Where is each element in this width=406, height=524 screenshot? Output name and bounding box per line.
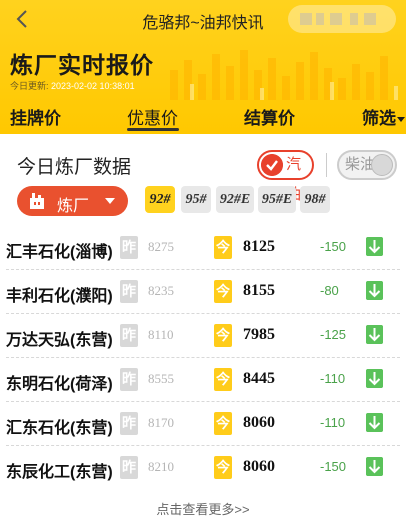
grade-95e[interactable]: 95#E [258,186,296,213]
down-arrow-icon [366,457,383,476]
refinery-dropdown[interactable]: 炼厂 [17,186,128,216]
today-badge: 今 [214,368,232,391]
refinery-name: 丰利石化(濮阳) [6,288,113,305]
check-icon [261,154,283,176]
grade-92[interactable]: 92# [145,186,175,213]
price-type-tabs: 挂牌价 优惠价 结算价 筛选 [0,100,406,134]
refinery-label: 炼厂 [57,198,90,215]
grade-98[interactable]: 98# [300,186,330,213]
gasoline-toggle[interactable]: 汽油 [257,150,314,203]
table-row[interactable]: 万达天弘(东营) 昨 8110 今 7985 -125 [0,314,406,358]
chevron-down-icon [105,198,115,204]
mini-program-capsule[interactable] [288,5,396,33]
down-arrow-icon [366,237,383,256]
update-time-value: 2023-02-02 10:38:01 [51,81,135,91]
header-banner: 危骆邦~油邦快讯 炼厂实时报价 今日更新: 2023-02-02 10:38:0… [0,0,406,134]
refinery-name: 东辰化工(东营) [6,464,113,481]
refinery-name: 万达天弘(东营) [6,332,113,349]
yesterday-badge: 昨 [120,236,138,259]
update-time-label: 今日更新: [10,81,52,91]
diesel-toggle[interactable]: 柴油 [337,150,397,180]
today-price: 8060 [243,414,275,431]
grade-95[interactable]: 95# [181,186,211,213]
filter-label: 筛选 [362,109,396,128]
active-tab-underline [127,128,179,131]
yesterday-price: 8110 [148,327,174,342]
price-change: -125 [320,327,347,342]
price-change: -110 [320,371,346,386]
table-row[interactable]: 东明石化(荷泽) 昨 8555 今 8445 -110 [0,358,406,402]
load-more-link[interactable]: 点击查看更多>> [0,499,406,518]
update-time: 今日更新: 2023-02-02 10:38:01 [10,79,135,92]
yesterday-price: 8275 [148,239,174,254]
today-badge: 今 [214,324,232,347]
down-arrow-icon [366,369,383,388]
table-row[interactable]: 丰利石化(濮阳) 昨 8235 今 8155 -80 [0,270,406,314]
yesterday-badge: 昨 [120,368,138,391]
price-change: -110 [320,415,346,430]
yesterday-badge: 昨 [120,456,138,479]
down-arrow-icon [366,281,383,300]
top-nav-bar: 危骆邦~油邦快讯 [0,0,406,38]
tab-filter[interactable]: 筛选 [362,104,405,129]
today-price: 7985 [243,326,275,343]
price-change: -150 [320,459,347,474]
today-badge: 今 [214,412,232,435]
decorative-bars-graphic [170,50,398,100]
toggle-knob [371,154,393,176]
yesterday-price: 8555 [148,371,174,386]
table-row[interactable]: 汇丰石化(淄博) 昨 8275 今 8125 -150 [0,226,406,270]
today-price: 8125 [243,238,275,255]
today-badge: 今 [214,456,232,479]
price-change: -150 [320,239,347,254]
section-title: 今日炼厂数据 [17,157,132,178]
refinery-name: 东明石化(荷泽) [6,376,113,393]
table-row[interactable]: 东辰化工(东营) 昨 8210 今 8060 -150 [0,446,406,490]
yesterday-badge: 昨 [120,412,138,435]
today-price: 8060 [243,458,275,475]
refinery-icon [30,193,44,209]
refinery-name: 汇丰石化(淄博) [6,244,113,261]
refinery-name: 汇东石化(东营) [6,420,113,437]
yesterday-badge: 昨 [120,280,138,303]
toggle-divider [326,153,327,177]
table-row[interactable]: 汇东石化(东营) 昨 8170 今 8060 -110 [0,402,406,446]
today-price: 8155 [243,282,275,299]
yesterday-price: 8170 [148,415,174,430]
tab-settlement-price[interactable]: 结算价 [244,104,295,129]
today-price: 8445 [243,370,275,387]
down-arrow-icon [366,413,383,432]
today-badge: 今 [214,236,232,259]
tab-listed-price[interactable]: 挂牌价 [10,104,61,129]
down-arrow-icon [366,325,383,344]
price-change: -80 [320,283,339,298]
yesterday-price: 8210 [148,459,174,474]
yesterday-price: 8235 [148,283,174,298]
filter-caret-icon [397,117,405,123]
grade-92e[interactable]: 92#E [216,186,254,213]
tab-discount-price[interactable]: 优惠价 [127,104,178,129]
yesterday-badge: 昨 [120,324,138,347]
today-badge: 今 [214,280,232,303]
page-title: 炼厂实时报价 [10,52,154,78]
